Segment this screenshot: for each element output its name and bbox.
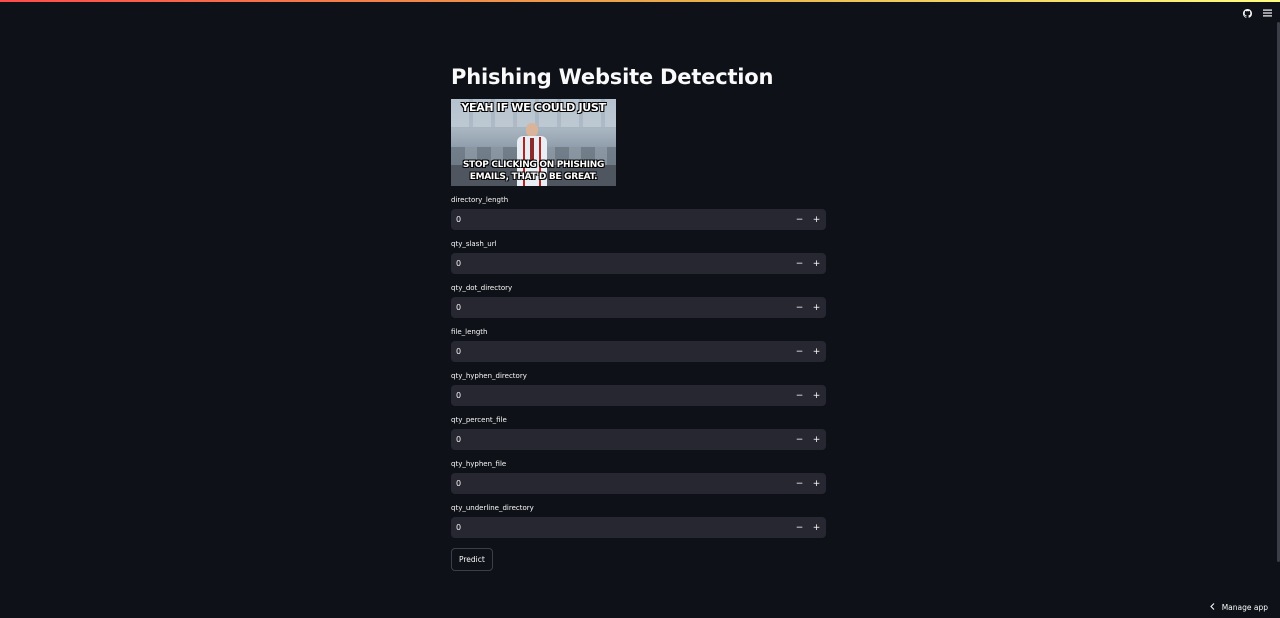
field-label: qty_hyphen_directory: [451, 372, 527, 380]
decrement-button[interactable]: −: [791, 429, 808, 450]
chevron-left-icon: [1209, 603, 1215, 612]
number-stepper: 0 − +: [451, 297, 826, 318]
page-title: Phishing Website Detection: [451, 65, 774, 89]
number-input[interactable]: 0: [451, 253, 791, 274]
number-input[interactable]: 0: [451, 341, 791, 362]
decrement-button[interactable]: −: [791, 209, 808, 230]
number-stepper: 0 − +: [451, 517, 826, 538]
increment-button[interactable]: +: [808, 297, 825, 318]
decrement-button[interactable]: −: [791, 297, 808, 318]
manage-app-button[interactable]: Manage app: [1209, 603, 1268, 612]
decrement-button[interactable]: −: [791, 517, 808, 538]
main-content: Phishing Website Detection YEAH IF WE CO…: [451, 62, 826, 571]
increment-button[interactable]: +: [808, 341, 825, 362]
field-qty-hyphen-file: qty_hyphen_file 0 − +: [451, 459, 826, 494]
number-input[interactable]: 0: [451, 385, 791, 406]
decrement-button[interactable]: −: [791, 385, 808, 406]
decrement-button[interactable]: −: [791, 253, 808, 274]
field-qty-hyphen-directory: qty_hyphen_directory 0 − +: [451, 371, 826, 406]
field-file-length: file_length 0 − +: [451, 327, 826, 362]
meme-image: YEAH IF WE COULD JUST STOP CLICKING ON P…: [451, 99, 616, 186]
field-qty-dot-directory: qty_dot_directory 0 − +: [451, 283, 826, 318]
increment-button[interactable]: +: [808, 473, 825, 494]
number-stepper: 0 − +: [451, 341, 826, 362]
meme-bottom-text: STOP CLICKING ON PHISHING EMAILS, THAT'D…: [451, 159, 616, 183]
field-label: qty_underline_directory: [451, 504, 534, 512]
meme-bottom-text-line1: STOP CLICKING ON PHISHING: [462, 160, 605, 170]
number-input[interactable]: 0: [451, 429, 791, 450]
manage-app-label: Manage app: [1221, 603, 1268, 612]
decrement-button[interactable]: −: [791, 473, 808, 494]
number-stepper: 0 − +: [451, 253, 826, 274]
increment-button[interactable]: +: [808, 517, 825, 538]
meme-top-text: YEAH IF WE COULD JUST: [461, 101, 606, 114]
increment-button[interactable]: +: [808, 253, 825, 274]
number-input[interactable]: 0: [451, 297, 791, 318]
field-label: qty_slash_url: [451, 240, 497, 248]
number-input[interactable]: 0: [451, 209, 791, 230]
meme-bottom-text-line2: EMAILS, THAT'D BE GREAT.: [469, 172, 598, 182]
field-label: qty_hyphen_file: [451, 460, 507, 468]
hamburger-menu-icon[interactable]: [1262, 8, 1272, 18]
number-stepper: 0 − +: [451, 473, 826, 494]
top-toolbar: [1242, 8, 1272, 18]
field-label: directory_length: [451, 196, 509, 204]
increment-button[interactable]: +: [808, 209, 825, 230]
number-input[interactable]: 0: [451, 473, 791, 494]
number-stepper: 0 − +: [451, 209, 826, 230]
field-directory-length: directory_length 0 − +: [451, 195, 826, 230]
increment-button[interactable]: +: [808, 429, 825, 450]
field-label: file_length: [451, 328, 488, 336]
field-qty-slash-url: qty_slash_url 0 − +: [451, 239, 826, 274]
increment-button[interactable]: +: [808, 385, 825, 406]
field-label: qty_percent_file: [451, 416, 507, 424]
number-input[interactable]: 0: [451, 517, 791, 538]
field-label: qty_dot_directory: [451, 284, 513, 292]
header-decoration-bar: [0, 0, 1280, 2]
number-stepper: 0 − +: [451, 385, 826, 406]
predict-button[interactable]: Predict: [451, 548, 493, 571]
number-stepper: 0 − +: [451, 429, 826, 450]
field-qty-underline-directory: qty_underline_directory 0 − +: [451, 503, 826, 538]
github-icon[interactable]: [1242, 8, 1252, 18]
decrement-button[interactable]: −: [791, 341, 808, 362]
field-qty-percent-file: qty_percent_file 0 − +: [451, 415, 826, 450]
